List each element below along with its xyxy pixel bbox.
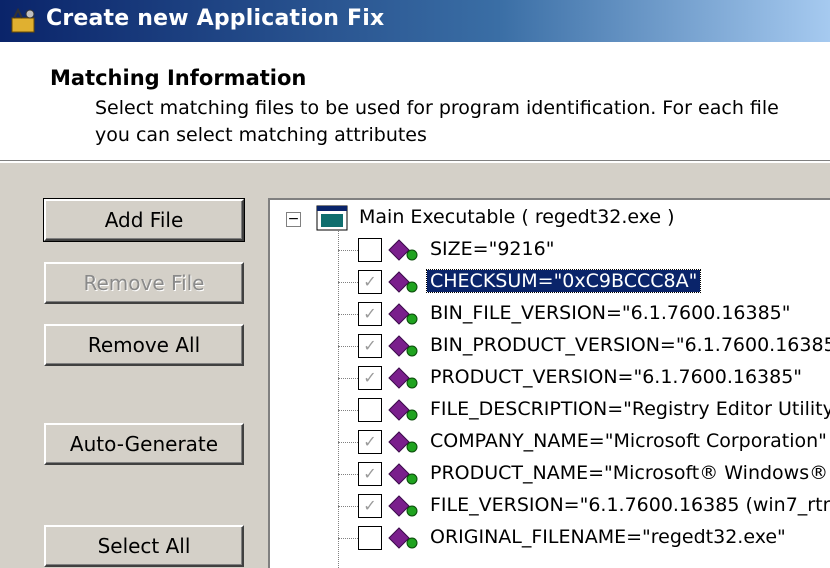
attribute-checkbox[interactable]: ✓: [358, 302, 382, 326]
attribute-label[interactable]: SIZE="9216": [427, 238, 557, 260]
attribute-checkbox[interactable]: ✓: [358, 430, 382, 454]
attribute-checkbox[interactable]: ✓: [358, 366, 382, 390]
add-file-button[interactable]: Add File: [43, 198, 245, 242]
tree-connector-branch: [338, 314, 358, 315]
attribute-label[interactable]: BIN_PRODUCT_VERSION="6.1.7600.16385": [427, 334, 830, 356]
tree-connector-branch: [338, 442, 358, 443]
tree-connector-branch: [338, 250, 358, 251]
attribute-icon: [388, 495, 418, 517]
page-title: Matching Information: [50, 66, 307, 90]
page-description: Select matching files to be used for pro…: [95, 97, 779, 146]
attribute-label[interactable]: FILE_VERSION="6.1.7600.16385 (win7_rtm.0…: [427, 494, 830, 516]
attribute-checkbox[interactable]: ✓: [358, 462, 382, 486]
attribute-checkbox[interactable]: [358, 398, 382, 422]
attribute-icon: [388, 463, 418, 485]
attribute-icon: [388, 367, 418, 389]
attribute-checkbox[interactable]: [358, 238, 382, 262]
attribute-checkbox[interactable]: [358, 526, 382, 550]
attribute-label[interactable]: COMPANY_NAME="Microsoft Corporation": [427, 430, 830, 452]
matching-files-tree[interactable]: − Main Executable ( regedt32.exe ) SIZE=…: [268, 198, 830, 568]
attribute-label[interactable]: PRODUCT_NAME="Microsoft® Windows® Operat…: [427, 462, 830, 484]
attribute-icon: [388, 431, 418, 453]
attribute-icon: [388, 335, 418, 357]
remove-file-button[interactable]: Remove File: [44, 262, 244, 304]
tree-connector-branch: [338, 506, 358, 507]
tree-connector-branch: [338, 282, 358, 283]
attribute-icon: [388, 527, 418, 549]
collapse-toggle[interactable]: −: [286, 212, 301, 227]
wizard-header: Matching Information Select matching fil…: [0, 42, 830, 161]
tree-connector-branch: [338, 346, 358, 347]
remove-all-button[interactable]: Remove All: [44, 324, 244, 366]
attribute-icon: [388, 271, 418, 293]
attribute-checkbox[interactable]: ✓: [358, 270, 382, 294]
attribute-checkbox[interactable]: ✓: [358, 494, 382, 518]
attribute-icon: [388, 303, 418, 325]
tree-connector-branch: [338, 378, 358, 379]
executable-icon: [316, 205, 348, 231]
title-bar[interactable]: Create new Application Fix: [0, 0, 830, 42]
tree-connector: [338, 230, 339, 568]
attribute-label[interactable]: PRODUCT_VERSION="6.1.7600.16385": [427, 366, 805, 388]
header-separator: [0, 160, 830, 163]
select-all-button[interactable]: Select All: [44, 525, 244, 567]
window-title: Create new Application Fix: [46, 6, 385, 31]
attribute-label[interactable]: ORIGINAL_FILENAME="regedt32.exe": [427, 526, 789, 548]
attribute-label[interactable]: CHECKSUM="0xC9BCCC8A": [425, 269, 702, 293]
tree-root-label[interactable]: Main Executable ( regedt32.exe ): [359, 206, 675, 228]
auto-generate-button[interactable]: Auto-Generate: [44, 423, 244, 465]
attribute-icon: [388, 239, 418, 261]
app-fix-icon: [11, 7, 35, 33]
attribute-label[interactable]: BIN_FILE_VERSION="6.1.7600.16385": [427, 302, 794, 324]
attribute-icon: [388, 399, 418, 421]
attribute-label[interactable]: FILE_DESCRIPTION="Registry Editor Utilit…: [427, 398, 830, 420]
tree-connector-branch: [338, 410, 358, 411]
tree-connector-branch: [338, 538, 358, 539]
attribute-checkbox[interactable]: ✓: [358, 334, 382, 358]
tree-connector-branch: [338, 474, 358, 475]
